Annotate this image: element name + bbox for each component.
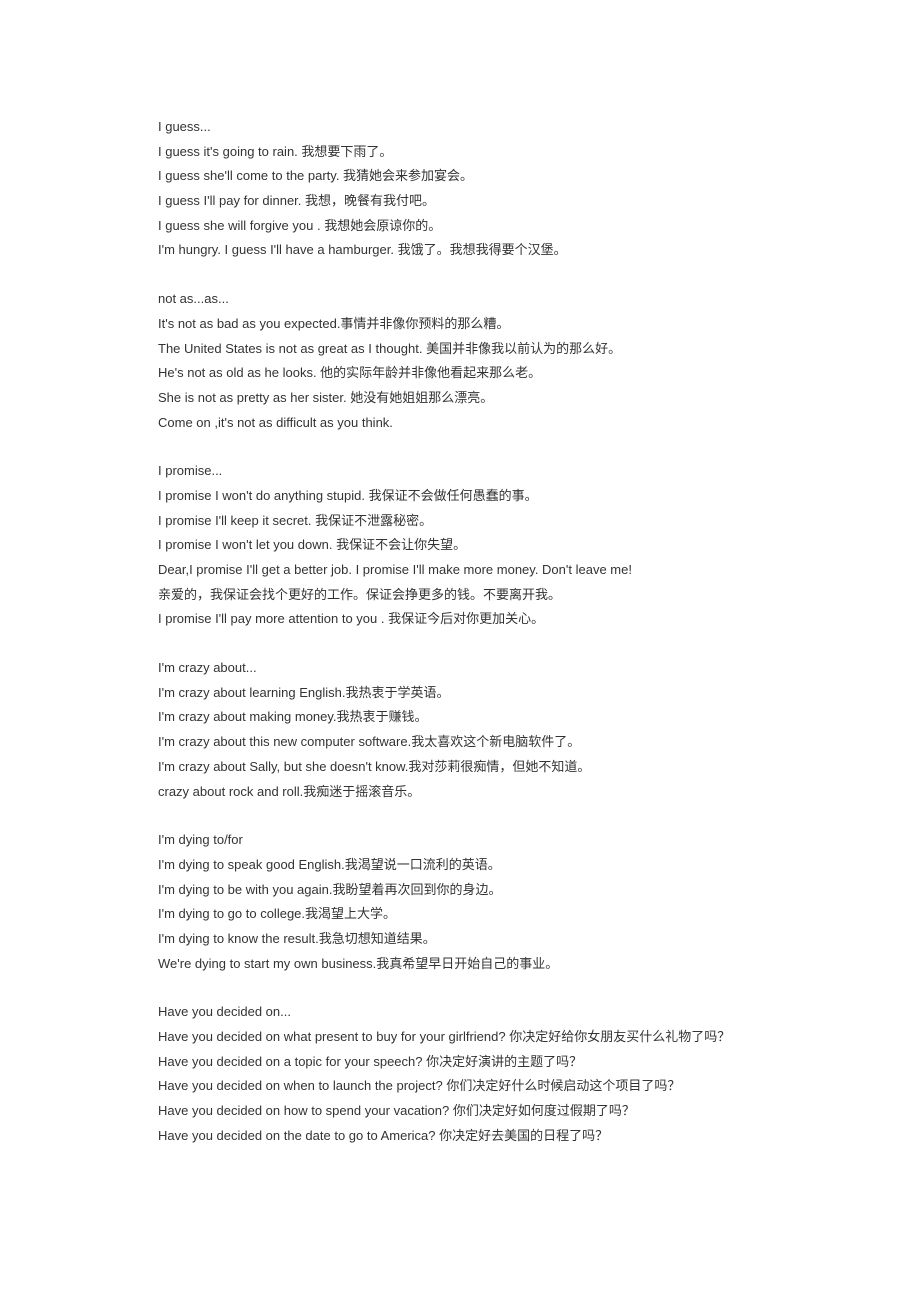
text-line: Come on ,it's not as difficult as you th…	[158, 411, 762, 436]
text-line: I'm crazy about making money.我热衷于赚钱。	[158, 705, 762, 730]
text-line: I'm dying to speak good English.我渴望说一口流利…	[158, 853, 762, 878]
text-line: I'm dying to be with you again.我盼望着再次回到你…	[158, 878, 762, 903]
text-line: I promise I'll pay more attention to you…	[158, 607, 762, 632]
text-line: I'm hungry. I guess I'll have a hamburge…	[158, 238, 762, 263]
text-line: Have you decided on a topic for your spe…	[158, 1050, 762, 1075]
text-line: I guess she'll come to the party. 我猜她会来参…	[158, 164, 762, 189]
section-header: I guess...	[158, 115, 762, 140]
text-line: Dear,I promise I'll get a better job. I …	[158, 558, 762, 583]
text-line: I promise I won't let you down. 我保证不会让你失…	[158, 533, 762, 558]
text-line: It's not as bad as you expected.事情并非像你预料…	[158, 312, 762, 337]
section: not as...as...It's not as bad as you exp…	[158, 287, 762, 435]
text-line: 亲爱的，我保证会找个更好的工作。保证会挣更多的钱。不要离开我。	[158, 583, 762, 608]
text-line: He's not as old as he looks. 他的实际年龄并非像他看…	[158, 361, 762, 386]
text-line: Have you decided on when to launch the p…	[158, 1074, 762, 1099]
text-line: Have you decided on the date to go to Am…	[158, 1124, 762, 1149]
text-line: She is not as pretty as her sister. 她没有她…	[158, 386, 762, 411]
section: I guess...I guess it's going to rain. 我想…	[158, 115, 762, 263]
section-header: Have you decided on...	[158, 1000, 762, 1025]
text-line: We're dying to start my own business.我真希…	[158, 952, 762, 977]
text-line: I'm crazy about learning English.我热衷于学英语…	[158, 681, 762, 706]
section-header: I'm crazy about...	[158, 656, 762, 681]
section-header: I'm dying to/for	[158, 828, 762, 853]
text-line: I promise I'll keep it secret. 我保证不泄露秘密。	[158, 509, 762, 534]
section: I promise...I promise I won't do anythin…	[158, 459, 762, 632]
text-line: The United States is not as great as I t…	[158, 337, 762, 362]
text-line: I'm crazy about Sally, but she doesn't k…	[158, 755, 762, 780]
section-header: not as...as...	[158, 287, 762, 312]
text-line: I guess she will forgive you . 我想她会原谅你的。	[158, 214, 762, 239]
section: Have you decided on...Have you decided o…	[158, 1000, 762, 1148]
text-line: I guess it's going to rain. 我想要下雨了。	[158, 140, 762, 165]
text-line: crazy about rock and roll.我痴迷于摇滚音乐。	[158, 780, 762, 805]
text-line: I'm dying to know the result.我急切想知道结果。	[158, 927, 762, 952]
text-line: Have you decided on what present to buy …	[158, 1025, 762, 1050]
text-line: I'm dying to go to college.我渴望上大学。	[158, 902, 762, 927]
section-header: I promise...	[158, 459, 762, 484]
text-line: I'm crazy about this new computer softwa…	[158, 730, 762, 755]
text-line: I guess I'll pay for dinner. 我想，晚餐有我付吧。	[158, 189, 762, 214]
section: I'm crazy about...I'm crazy about learni…	[158, 656, 762, 804]
text-line: Have you decided on how to spend your va…	[158, 1099, 762, 1124]
document-body: I guess...I guess it's going to rain. 我想…	[158, 115, 762, 1148]
text-line: I promise I won't do anything stupid. 我保…	[158, 484, 762, 509]
section: I'm dying to/forI'm dying to speak good …	[158, 828, 762, 976]
